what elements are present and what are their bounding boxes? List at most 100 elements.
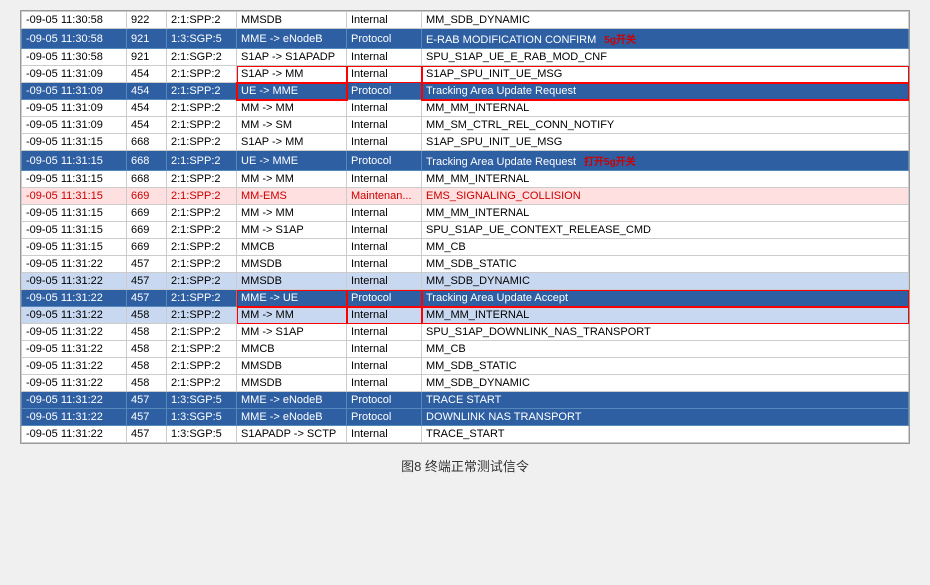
table-row[interactable]: -09-05 11:31:094542:1:SPP:2UE -> MMEProt…	[22, 83, 909, 100]
table-row[interactable]: -09-05 11:31:224571:3:SGP:5MME -> eNodeB…	[22, 392, 909, 409]
table-cell: 454	[127, 100, 167, 117]
table-cell: E-RAB MODIFICATION CONFIRM5g开关	[422, 29, 909, 49]
log-table-wrapper: -09-05 11:30:589222:1:SPP:2MMSDBInternal…	[20, 10, 910, 444]
table-cell: Internal	[347, 222, 422, 239]
table-cell: Tracking Area Update Accept	[422, 290, 909, 307]
table-row[interactable]: -09-05 11:31:224582:1:SPP:2MM -> MMInter…	[22, 307, 909, 324]
table-row[interactable]: -09-05 11:31:224572:1:SPP:2MME -> UEProt…	[22, 290, 909, 307]
table-row[interactable]: -09-05 11:31:224572:1:SPP:2MMSDBInternal…	[22, 256, 909, 273]
table-cell: MM -> MM	[237, 171, 347, 188]
table-row[interactable]: -09-05 11:31:156682:1:SPP:2S1AP -> MMInt…	[22, 134, 909, 151]
table-cell: 668	[127, 151, 167, 171]
table-row[interactable]: -09-05 11:30:589212:1:SGP:2S1AP -> S1APA…	[22, 49, 909, 66]
table-cell: Internal	[347, 239, 422, 256]
table-cell: MM -> S1AP	[237, 324, 347, 341]
table-cell: Protocol	[347, 392, 422, 409]
table-cell: -09-05 11:31:22	[22, 290, 127, 307]
table-cell: Internal	[347, 12, 422, 29]
table-cell: 668	[127, 134, 167, 151]
table-cell: MME -> eNodeB	[237, 29, 347, 49]
table-cell: 457	[127, 392, 167, 409]
table-cell: MM_SM_CTRL_REL_CONN_NOTIFY	[422, 117, 909, 134]
table-row[interactable]: -09-05 11:31:224582:1:SPP:2MMSDBInternal…	[22, 358, 909, 375]
table-cell: 2:1:SPP:2	[167, 151, 237, 171]
table-row[interactable]: -09-05 11:31:156692:1:SPP:2MM -> S1APInt…	[22, 222, 909, 239]
table-row[interactable]: -09-05 11:31:156692:1:SPP:2MMCBInternalM…	[22, 239, 909, 256]
table-cell: MM_MM_INTERNAL	[422, 205, 909, 222]
table-cell: MM -> S1AP	[237, 222, 347, 239]
table-cell: 2:1:SPP:2	[167, 100, 237, 117]
table-cell: 2:1:SPP:2	[167, 188, 237, 205]
table-cell: 1:3:SGP:5	[167, 426, 237, 443]
table-cell: SPU_S1AP_UE_E_RAB_MOD_CNF	[422, 49, 909, 66]
table-cell: 1:3:SGP:5	[167, 392, 237, 409]
table-cell: Internal	[347, 375, 422, 392]
table-cell: Protocol	[347, 83, 422, 100]
table-cell: 922	[127, 12, 167, 29]
table-cell: MMSDB	[237, 375, 347, 392]
table-cell: Maintenan...	[347, 188, 422, 205]
table-cell: 2:1:SPP:2	[167, 12, 237, 29]
table-cell: 1:3:SGP:5	[167, 29, 237, 49]
table-row[interactable]: -09-05 11:31:094542:1:SPP:2MM -> SMInter…	[22, 117, 909, 134]
table-cell: UE -> MME	[237, 151, 347, 171]
table-row[interactable]: -09-05 11:31:156692:1:SPP:2MM-EMSMainten…	[22, 188, 909, 205]
table-cell: -09-05 11:30:58	[22, 49, 127, 66]
table-cell: -09-05 11:31:22	[22, 256, 127, 273]
table-cell: -09-05 11:31:22	[22, 358, 127, 375]
table-row[interactable]: -09-05 11:31:224582:1:SPP:2MM -> S1APInt…	[22, 324, 909, 341]
table-cell: -09-05 11:31:22	[22, 307, 127, 324]
table-cell: MME -> eNodeB	[237, 392, 347, 409]
table-cell: MM_MM_INTERNAL	[422, 100, 909, 117]
table-cell: 1:3:SGP:5	[167, 409, 237, 426]
table-cell: 457	[127, 256, 167, 273]
figure-caption: 图8 终端正常测试信令	[401, 456, 529, 475]
table-cell: MM_SDB_DYNAMIC	[422, 12, 909, 29]
table-row[interactable]: -09-05 11:31:156682:1:SPP:2MM -> MMInter…	[22, 171, 909, 188]
table-cell: -09-05 11:31:09	[22, 100, 127, 117]
annotation-text: 5g开关	[604, 35, 636, 46]
table-row[interactable]: -09-05 11:31:224582:1:SPP:2MMCBInternalM…	[22, 341, 909, 358]
table-row[interactable]: -09-05 11:31:094542:1:SPP:2S1AP -> MMInt…	[22, 66, 909, 83]
table-cell: 669	[127, 222, 167, 239]
table-cell: Internal	[347, 426, 422, 443]
table-cell: S1AP_SPU_INIT_UE_MSG	[422, 66, 909, 83]
table-cell: Protocol	[347, 409, 422, 426]
table-row[interactable]: -09-05 11:30:589222:1:SPP:2MMSDBInternal…	[22, 12, 909, 29]
table-cell: 454	[127, 83, 167, 100]
table-cell: 458	[127, 375, 167, 392]
table-cell: Internal	[347, 324, 422, 341]
table-cell: -09-05 11:31:22	[22, 273, 127, 290]
table-row[interactable]: -09-05 11:31:224572:1:SPP:2MMSDBInternal…	[22, 273, 909, 290]
table-cell: TRACE START	[422, 392, 909, 409]
table-cell: 458	[127, 324, 167, 341]
table-row[interactable]: -09-05 11:31:224571:3:SGP:5MME -> eNodeB…	[22, 409, 909, 426]
table-cell: TRACE_START	[422, 426, 909, 443]
table-cell: Internal	[347, 117, 422, 134]
table-cell: -09-05 11:31:15	[22, 205, 127, 222]
table-cell: 2:1:SPP:2	[167, 290, 237, 307]
table-row[interactable]: -09-05 11:30:589211:3:SGP:5MME -> eNodeB…	[22, 29, 909, 49]
table-cell: MMCB	[237, 341, 347, 358]
table-cell: 2:1:SPP:2	[167, 222, 237, 239]
table-cell: SPU_S1AP_DOWNLINK_NAS_TRANSPORT	[422, 324, 909, 341]
table-cell: SPU_S1AP_UE_CONTEXT_RELEASE_CMD	[422, 222, 909, 239]
table-cell: Tracking Area Update Request打开5g开关	[422, 151, 909, 171]
table-row[interactable]: -09-05 11:31:156692:1:SPP:2MM -> MMInter…	[22, 205, 909, 222]
table-row[interactable]: -09-05 11:31:224571:3:SGP:5S1APADP -> SC…	[22, 426, 909, 443]
table-cell: Internal	[347, 205, 422, 222]
table-row[interactable]: -09-05 11:31:156682:1:SPP:2UE -> MMEProt…	[22, 151, 909, 171]
table-row[interactable]: -09-05 11:31:094542:1:SPP:2MM -> MMInter…	[22, 100, 909, 117]
table-cell: MMSDB	[237, 12, 347, 29]
table-row[interactable]: -09-05 11:31:224582:1:SPP:2MMSDBInternal…	[22, 375, 909, 392]
table-cell: 2:1:SPP:2	[167, 171, 237, 188]
table-cell: 457	[127, 273, 167, 290]
table-cell: 458	[127, 341, 167, 358]
table-cell: 2:1:SPP:2	[167, 134, 237, 151]
table-cell: 2:1:SPP:2	[167, 307, 237, 324]
table-cell: 457	[127, 426, 167, 443]
table-cell: -09-05 11:31:15	[22, 134, 127, 151]
table-cell: -09-05 11:31:22	[22, 409, 127, 426]
table-cell: 457	[127, 290, 167, 307]
table-cell: Internal	[347, 171, 422, 188]
